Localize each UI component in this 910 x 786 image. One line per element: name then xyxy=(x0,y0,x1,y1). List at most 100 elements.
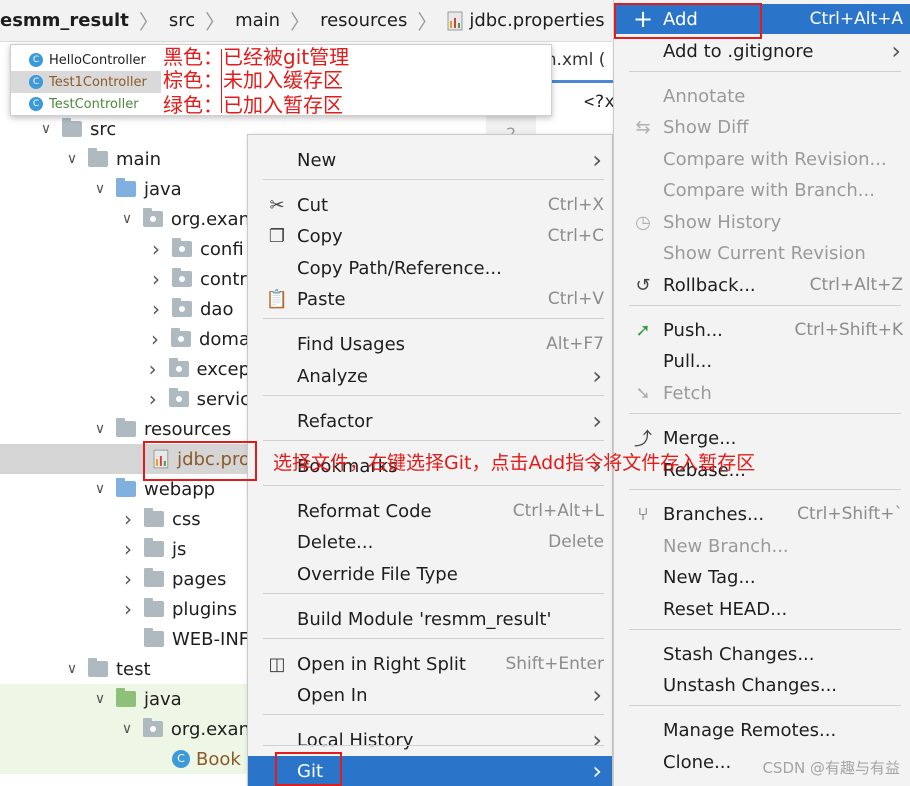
chevron-right-icon[interactable]: › xyxy=(120,507,136,531)
git-menu-label: Rollback... xyxy=(663,274,756,296)
package-icon xyxy=(142,208,163,227)
breadcrumb-main[interactable]: main xyxy=(229,10,286,31)
menu-separator xyxy=(629,305,901,306)
git-menu-item[interactable]: New Tag... xyxy=(614,562,910,592)
tree-item[interactable]: › pages xyxy=(0,564,250,594)
git-menu-item[interactable]: ⑂ Branches... Ctrl+Shift+` xyxy=(614,499,910,529)
tree-item[interactable]: jdbc.pro xyxy=(0,444,250,474)
context-menu-item[interactable]: Delete... Delete xyxy=(248,527,612,557)
chevron-down-icon[interactable]: ∨ xyxy=(119,211,135,227)
package-dot xyxy=(179,246,185,252)
tree-item[interactable]: › contr xyxy=(0,264,250,294)
tree-item[interactable]: ∨ java xyxy=(0,174,250,204)
tree-item[interactable]: WEB-INF xyxy=(0,624,250,654)
chevron-right-icon[interactable]: › xyxy=(120,537,136,561)
git-menu-item[interactable]: ↺ Rollback... Ctrl+Alt+Z xyxy=(614,270,910,300)
tree-item[interactable]: › css xyxy=(0,504,250,534)
git-menu-item[interactable]: Manage Remotes... xyxy=(614,715,910,745)
git-menu-item: Show Current Revision xyxy=(614,238,910,268)
chevron-down-icon[interactable]: ∨ xyxy=(64,151,80,167)
package-dot xyxy=(175,366,182,372)
chevron-right-icon[interactable]: › xyxy=(120,567,136,591)
git-menu-item[interactable]: Reset HEAD... xyxy=(614,594,910,624)
context-menu-label: Open in Right Split xyxy=(297,653,466,675)
tree-item[interactable]: › dao xyxy=(0,294,250,324)
breadcrumb-file[interactable]: jdbc.properties xyxy=(441,10,610,31)
package-icon xyxy=(142,718,163,737)
tree-item[interactable]: ∨ org.exan xyxy=(0,204,250,234)
properties-file-icon xyxy=(447,11,463,30)
tree-item[interactable]: ∨ java xyxy=(0,684,250,714)
git-menu-item[interactable]: Stash Changes... xyxy=(614,639,910,669)
tree-item-label: test xyxy=(116,658,151,680)
project-tree[interactable]: ∨ src ∨ main ∨ java ∨ org.exan › confi › contr › dao ›… xyxy=(0,112,250,786)
class-icon: C xyxy=(29,53,43,67)
tree-item[interactable]: › js xyxy=(0,534,250,564)
chevron-right-icon: › xyxy=(592,726,602,754)
context-menu-item[interactable]: Reformat Code Ctrl+Alt+L xyxy=(248,496,612,526)
git-menu-item: Compare with Revision... xyxy=(614,144,910,174)
folder-icon xyxy=(144,598,164,617)
tree-item[interactable]: › plugins xyxy=(0,594,250,624)
git-menu-item[interactable]: Add to .gitignore › xyxy=(614,36,910,66)
editor-code[interactable]: <?x xyxy=(584,92,615,112)
git-menu-item[interactable]: Unstash Changes... xyxy=(614,670,910,700)
context-menu-item[interactable]: Analyze › xyxy=(248,361,612,391)
context-menu-item[interactable]: Open In › xyxy=(248,680,612,710)
context-menu-item[interactable]: ◫ Open in Right Split Shift+Enter xyxy=(248,649,612,679)
tree-item[interactable]: ∨ resources xyxy=(0,414,250,444)
git-menu-label: Merge... xyxy=(663,427,737,449)
folder-icon xyxy=(144,538,164,557)
chevron-right-icon[interactable]: › xyxy=(120,597,136,621)
folder-icon xyxy=(88,658,108,677)
context-menu-item[interactable]: Git › xyxy=(248,756,612,786)
chevron-right-icon[interactable]: › xyxy=(148,267,164,291)
git-menu-item[interactable]: Pull... xyxy=(614,346,910,376)
chevron-down-icon[interactable]: ∨ xyxy=(119,721,135,737)
chevron-down-icon[interactable]: ∨ xyxy=(92,481,108,497)
context-menu-item[interactable]: ❐ Copy Ctrl+C xyxy=(248,221,612,251)
menu-separator xyxy=(629,489,901,490)
context-menu-label: Git xyxy=(297,760,324,782)
context-menu-item[interactable]: ✂ Cut Ctrl+X xyxy=(248,190,612,220)
tree-item[interactable]: › confi xyxy=(0,234,250,264)
context-menu-item[interactable]: Build Module 'resmm_result' xyxy=(248,604,612,634)
breadcrumb: esmm_result 〉 src 〉 main 〉 resources 〉 j… xyxy=(0,0,612,42)
package-dot xyxy=(177,336,184,342)
tree-item[interactable]: › excep xyxy=(0,354,250,384)
context-menu-item[interactable]: New › xyxy=(248,145,612,175)
chevron-down-icon[interactable]: ∨ xyxy=(92,691,108,707)
chevron-right-icon[interactable]: › xyxy=(148,237,164,261)
chevron-right-icon[interactable]: › xyxy=(148,297,164,321)
git-menu-item[interactable]: ➚ Push... Ctrl+Shift+K xyxy=(614,315,910,345)
chevron-down-icon[interactable]: ∨ xyxy=(92,181,108,197)
context-menu-item[interactable]: Find Usages Alt+F7 xyxy=(248,329,612,359)
tree-item[interactable]: ∨ src xyxy=(0,114,250,144)
tree-item[interactable]: › doma xyxy=(0,324,250,354)
git-menu-item: ⇆ Show Diff xyxy=(614,112,910,142)
chevron-down-icon[interactable]: ∨ xyxy=(64,661,80,677)
tree-item[interactable]: › servic xyxy=(0,384,250,414)
chevron-right-icon[interactable]: › xyxy=(147,327,163,351)
context-menu-item[interactable]: Copy Path/Reference... xyxy=(248,253,612,283)
context-menu-item[interactable]: Override File Type xyxy=(248,559,612,589)
chevron-down-icon[interactable]: ∨ xyxy=(38,121,54,137)
context-menu-item[interactable]: 📋 Paste Ctrl+V xyxy=(248,284,612,314)
git-menu-item[interactable]: + Add Ctrl+Alt+A xyxy=(614,4,910,34)
context-menu-item[interactable]: Refactor › xyxy=(248,406,612,436)
context-menu-item[interactable]: Local History › xyxy=(248,725,612,755)
chevron-right-icon[interactable]: › xyxy=(145,357,161,381)
tree-item[interactable]: ∨ webapp xyxy=(0,474,250,504)
chevron-right-icon[interactable]: › xyxy=(145,387,161,411)
tree-item[interactable]: ∨ main xyxy=(0,144,250,174)
menu-separator xyxy=(629,413,901,414)
folder-icon xyxy=(144,628,164,647)
chevron-down-icon[interactable]: ∨ xyxy=(92,421,108,437)
tree-item[interactable]: C Book xyxy=(0,744,250,774)
breadcrumb-resources[interactable]: resources xyxy=(314,10,413,31)
tree-item[interactable]: ∨ org.exan xyxy=(0,714,250,744)
breadcrumb-project[interactable]: esmm_result xyxy=(0,10,135,31)
breadcrumb-src[interactable]: src xyxy=(163,10,201,31)
tree-item[interactable]: ∨ test xyxy=(0,654,250,684)
legend-row: C TestController xyxy=(29,93,139,115)
